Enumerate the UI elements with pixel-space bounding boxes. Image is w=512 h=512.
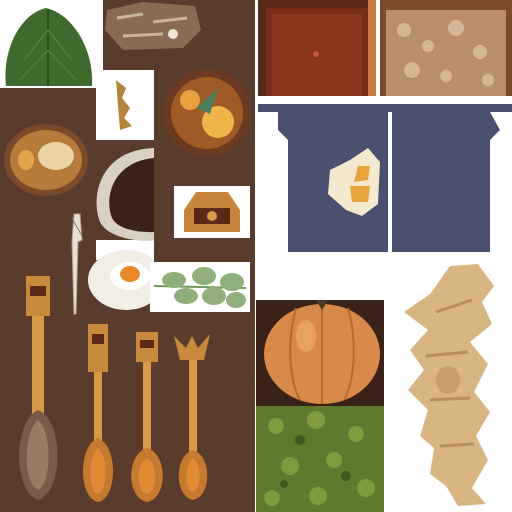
ceramic-bowl-icon bbox=[90, 146, 154, 242]
key-charm-icon bbox=[96, 70, 154, 140]
herb-sprig-icon bbox=[150, 262, 250, 312]
noren-curtain-icon bbox=[258, 100, 512, 254]
fried-egg-plate-icon bbox=[86, 250, 154, 312]
small-wooden-spoon-icon bbox=[122, 330, 172, 506]
leaf-icon bbox=[0, 0, 96, 88]
stone-wall-panel-icon bbox=[380, 0, 512, 96]
glowing-lantern-icon bbox=[160, 66, 254, 160]
tea-cup-icon bbox=[0, 120, 94, 200]
ginger-root-icon bbox=[390, 260, 512, 510]
medium-wooden-spoon-icon bbox=[72, 320, 124, 506]
large-wooden-spoon-icon bbox=[8, 270, 72, 506]
wooden-box-icon bbox=[174, 186, 250, 238]
moss-patch-icon bbox=[256, 406, 384, 512]
bark-chunk-icon bbox=[103, 0, 203, 52]
pumpkin-icon bbox=[256, 264, 384, 406]
ornate-spoon-icon bbox=[170, 330, 216, 506]
wooden-door-icon bbox=[258, 0, 376, 96]
texture-atlas bbox=[0, 0, 512, 512]
